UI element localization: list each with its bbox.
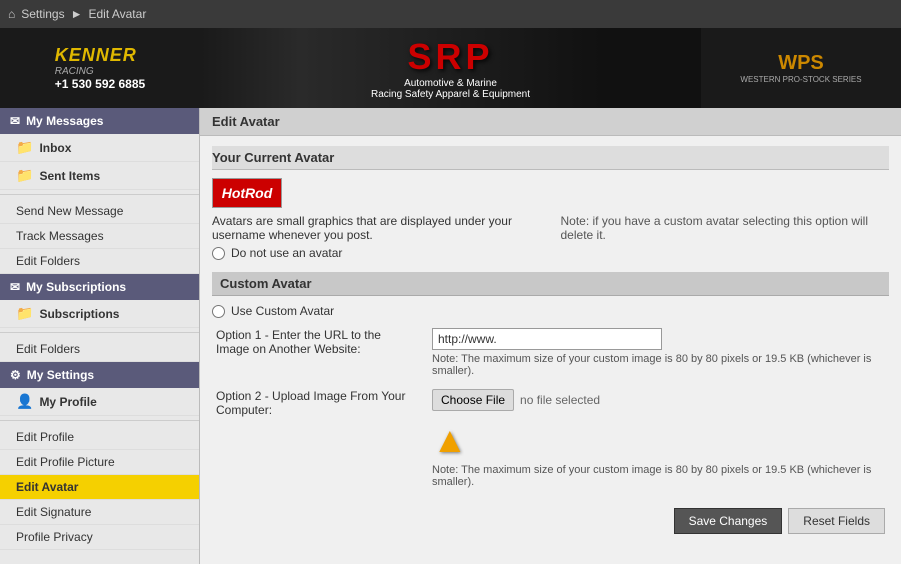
current-avatar-image: HotRod [212, 178, 282, 208]
option2-label: Option 2 - Upload Image From Your Comput… [216, 389, 416, 417]
settings-icon: ⚙ [10, 368, 21, 382]
reset-fields-button[interactable]: Reset Fields [788, 508, 885, 534]
banner: KENNER RACING +1 530 592 6885 SRP Automo… [0, 28, 901, 108]
option1-row: Option 1 - Enter the URL to the Image on… [212, 328, 889, 377]
avatar-delete-note: Note: if you have a custom avatar select… [561, 214, 890, 242]
sidebar-item-my-profile[interactable]: 👤 My Profile [0, 388, 199, 416]
file-input-area: Choose File no file selected [432, 389, 885, 411]
person-icon: 👤 [16, 393, 33, 410]
home-icon[interactable]: ⌂ [8, 7, 15, 21]
option2-note: Note: The maximum size of your custom im… [432, 464, 885, 488]
folder-icon-sent: 📁 [16, 167, 33, 184]
topbar: ⌂ Settings ► Edit Avatar [0, 0, 901, 28]
main-area: ✉ My Messages 📁 Inbox 📁 Sent Items Send … [0, 108, 901, 564]
banner-right: WPS WESTERN PRO-STOCK SERIES [701, 28, 901, 108]
your-current-avatar-label: Your Current Avatar [212, 146, 889, 170]
breadcrumb: ⌂ Settings ► Edit Avatar [8, 7, 146, 21]
breadcrumb-settings[interactable]: Settings [21, 7, 64, 21]
do-not-use-avatar-radio[interactable] [212, 247, 225, 260]
sidebar-item-edit-folders-subs[interactable]: Edit Folders [0, 337, 199, 362]
option1-note: Note: The maximum size of your custom im… [432, 353, 885, 377]
content-body: Your Current Avatar HotRod Avatars are s… [200, 136, 901, 548]
option2-control: Choose File no file selected ▲ Note: The… [432, 389, 885, 488]
sidebar-section-my-messages: ✉ My Messages [0, 108, 199, 134]
content-area: Edit Avatar Your Current Avatar HotRod A… [200, 108, 901, 564]
wps-sub: WESTERN PRO-STOCK SERIES [740, 75, 861, 84]
srp-line1: Automotive & Marine [371, 78, 530, 89]
kenner-brand: KENNER [55, 45, 145, 66]
sidebar-item-edit-profile[interactable]: Edit Profile [0, 425, 199, 450]
sidebar-item-edit-avatar[interactable]: Edit Avatar [0, 475, 199, 500]
srp-line2: Racing Safety Apparel & Equipment [371, 89, 530, 100]
option1-url-input[interactable] [432, 328, 662, 350]
option1-control: Note: The maximum size of your custom im… [432, 328, 885, 377]
subscriptions-icon: ✉ [10, 280, 20, 294]
sidebar-section-my-subscriptions: ✉ My Subscriptions [0, 274, 199, 300]
current-avatar-area: HotRod Avatars are small graphics that a… [212, 178, 889, 260]
sidebar-item-edit-profile-picture[interactable]: Edit Profile Picture [0, 450, 199, 475]
option1-label: Option 1 - Enter the URL to the Image on… [216, 328, 416, 356]
srp-logo-text: SRP [371, 36, 530, 78]
content-header: Edit Avatar [200, 108, 901, 136]
sidebar-item-subscriptions[interactable]: 📁 Subscriptions [0, 300, 199, 328]
folder-icon: 📁 [16, 139, 33, 156]
sidebar-item-send-new-message[interactable]: Send New Message [0, 199, 199, 224]
use-custom-avatar-label: Use Custom Avatar [231, 304, 334, 318]
sidebar-item-sent-items[interactable]: 📁 Sent Items [0, 162, 199, 190]
buttons-row: Save Changes Reset Fields [212, 500, 889, 538]
use-custom-avatar-radio[interactable] [212, 305, 225, 318]
sidebar-item-edit-folders-messages[interactable]: Edit Folders [0, 249, 199, 274]
custom-avatar-section: Custom Avatar Use Custom Avatar Option 1… [212, 272, 889, 538]
banner-center: SRP Automotive & Marine Racing Safety Ap… [200, 28, 701, 108]
sidebar-item-edit-signature[interactable]: Edit Signature [0, 500, 199, 525]
avatar-description: Avatars are small graphics that are disp… [212, 214, 541, 242]
sidebar-section-my-settings: ⚙ My Settings [0, 362, 199, 388]
sidebar: ✉ My Messages 📁 Inbox 📁 Sent Items Send … [0, 108, 200, 564]
sidebar-item-profile-privacy[interactable]: Profile Privacy [0, 525, 199, 550]
choose-file-button[interactable]: Choose File [432, 389, 514, 411]
breadcrumb-separator: ► [71, 7, 83, 21]
option2-row: Option 2 - Upload Image From Your Comput… [212, 389, 889, 488]
breadcrumb-current: Edit Avatar [89, 7, 147, 21]
envelope-icon: ✉ [10, 114, 20, 128]
custom-avatar-label: Custom Avatar [212, 272, 889, 296]
do-not-use-label: Do not use an avatar [231, 246, 342, 260]
arrow-indicator: ▲ [432, 419, 468, 461]
no-file-selected-text: no file selected [520, 393, 600, 407]
banner-left: KENNER RACING +1 530 592 6885 [0, 28, 200, 108]
kenner-phone: +1 530 592 6885 [55, 77, 145, 91]
sidebar-item-track-messages[interactable]: Track Messages [0, 224, 199, 249]
save-changes-button[interactable]: Save Changes [674, 508, 783, 534]
kenner-sub: RACING [55, 66, 145, 77]
wps-logo: WPS [740, 52, 861, 75]
sidebar-item-inbox[interactable]: 📁 Inbox [0, 134, 199, 162]
use-custom-row: Use Custom Avatar [212, 304, 889, 318]
folder-icon-subs: 📁 [16, 305, 33, 322]
